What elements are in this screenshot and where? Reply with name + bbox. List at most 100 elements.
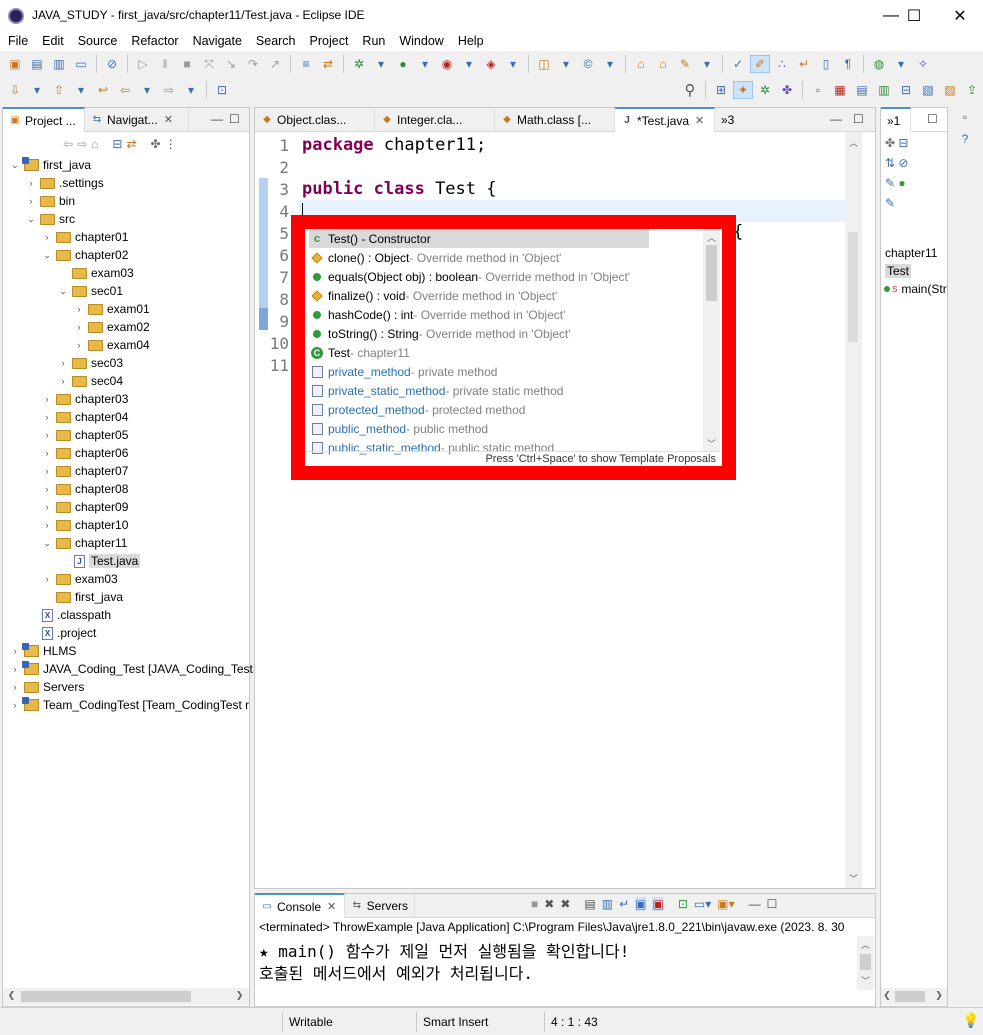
tab-test-java[interactable]: J *Test.java ✕ [615,107,715,132]
new-class-dropdown-icon[interactable]: ▾ [600,55,620,73]
scroll-thumb[interactable] [895,991,925,1002]
expand-chevron-icon[interactable]: › [41,484,53,494]
menu-source[interactable]: Source [71,34,125,48]
minimize-view-icon[interactable]: — [830,112,842,126]
resume-icon[interactable]: ▷ [133,55,153,73]
tab-console[interactable]: ▭ Console ✕ [255,893,345,918]
tree-item[interactable]: ⌄ chapter02 [41,246,128,264]
collapse-chevron-icon[interactable]: ⌄ [57,286,69,297]
hide-local-types-icon[interactable]: ✎ [885,196,908,210]
menu-navigate[interactable]: Navigate [186,34,249,48]
scroll-thumb[interactable] [21,991,191,1002]
maximize-button[interactable]: ☐ [891,0,937,31]
link-with-editor-icon[interactable]: ⇄ [126,137,136,151]
terminal-icon[interactable]: ▭ [71,55,91,73]
next-annotation-dropdown-icon[interactable]: ▾ [27,81,47,99]
coverage-dropdown-icon[interactable]: ▾ [459,55,479,73]
tab-overflow[interactable]: »3 [715,108,745,132]
lightbulb-icon[interactable]: 💡 [962,1012,979,1029]
tree-item[interactable]: exam03 [57,264,134,282]
menu-project[interactable]: Project [303,34,356,48]
maximize-view-icon[interactable]: ☐ [927,112,938,126]
view-menu-icon[interactable]: ⋮ [165,137,177,151]
back-icon[interactable]: ⇦ [115,81,135,99]
step-into-icon[interactable]: ↘ [221,55,241,73]
close-icon[interactable]: ✕ [164,113,173,126]
tree-item[interactable]: › Servers [9,678,85,696]
hierarchy-view-icon[interactable]: ⊟ [896,81,916,99]
search-icon[interactable]: ⚲ [680,81,700,99]
expand-chevron-icon[interactable]: › [25,178,37,188]
tree-item[interactable]: › exam04 [73,336,150,354]
tree-item[interactable]: › exam03 [41,570,118,588]
open-console-icon[interactable]: ▣▾ [717,897,734,911]
help-view-icon[interactable]: ? [962,132,969,146]
last-edit-location-icon[interactable]: ↩ [93,81,113,99]
scroll-lock-icon[interactable]: ▥ [602,897,613,911]
new-icon[interactable]: ▣ [5,55,25,73]
minimize-view-icon[interactable]: — [211,112,223,126]
proposal-item[interactable]: equals(Object obj) : boolean - Override … [311,267,630,286]
run-dropdown-icon[interactable]: ▾ [415,55,435,73]
run-icon[interactable]: ● [393,55,413,73]
save-all-icon[interactable]: ▥ [49,55,69,73]
open-task-icon[interactable]: ⌂ [653,55,673,73]
expand-chevron-icon[interactable]: › [41,520,53,530]
debug-dropdown-icon[interactable]: ▾ [371,55,391,73]
tree-item[interactable]: ⌄ src [25,210,75,228]
tree-item[interactable]: ⌄ sec01 [57,282,123,300]
remove-launch-icon[interactable]: ✖ [544,897,554,911]
expand-chevron-icon[interactable]: › [41,574,53,584]
expand-chevron-icon[interactable]: › [9,700,21,710]
expand-chevron-icon[interactable]: › [9,664,21,674]
tree-item[interactable]: first_java [41,588,123,606]
close-icon[interactable]: ✕ [327,900,336,913]
forward-icon[interactable]: ⇨ [159,81,179,99]
next-annotation-icon[interactable]: ⇩ [5,81,25,99]
proposal-item[interactable]: finalize() : void - Override method in '… [311,286,557,305]
open-perspective-icon[interactable]: ⊞ [711,81,731,99]
proposal-item[interactable]: c Test() - Constructor [309,229,649,248]
use-step-filters-icon[interactable]: ≡ [296,55,316,73]
word-wrap-icon[interactable]: ↵ [619,897,629,911]
show-paragraph-icon[interactable]: ¶ [838,55,858,73]
tab-math-class[interactable]: ◆ Math.class [... [495,107,615,132]
proposal-item[interactable]: protected_method - protected method [311,400,525,419]
show-whitespace-icon[interactable]: ▯ [816,55,836,73]
expand-chevron-icon[interactable]: › [41,412,53,422]
display-console-icon[interactable]: ▭▾ [694,897,711,911]
pin-console-icon[interactable]: ⊡ [678,897,688,911]
tree-item[interactable]: › JAVA_Coding_Test [JAVA_Coding_Test [9,660,253,678]
editor-vertical-scrollbar[interactable]: ︿ ﹀ [845,132,862,888]
menu-file[interactable]: File [0,34,35,48]
tab-project-explorer[interactable]: ▣ Project ... [3,107,85,132]
tree-item[interactable]: › chapter01 [41,228,129,246]
collapse-chevron-icon[interactable]: ⌄ [41,538,53,549]
expand-chevron-icon[interactable]: › [25,196,37,206]
expand-chevron-icon[interactable]: › [9,646,21,656]
home-icon[interactable]: ⌂ [91,137,98,151]
expand-chevron-icon[interactable]: › [41,430,53,440]
maximize-view-icon[interactable]: ☐ [767,897,778,911]
tab-integer-class[interactable]: ◆ Integer.cla... [375,107,495,132]
expand-chevron-icon[interactable]: › [73,340,85,350]
suspend-icon[interactable]: ‖ [155,55,175,73]
disconnect-icon[interactable]: ⤧ [199,55,219,73]
expand-chevron-icon[interactable]: › [41,502,53,512]
proposal-item[interactable]: hashCode() : int - Override method in 'O… [311,305,565,324]
tree-item[interactable]: › chapter03 [41,390,129,408]
annotation-icon[interactable]: ✧ [913,55,933,73]
external-tools-dropdown-icon[interactable]: ▾ [503,55,523,73]
outline-package[interactable]: chapter11 [885,246,937,260]
tree-item[interactable]: ⌄ first_java [9,156,91,174]
menu-edit[interactable]: Edit [35,34,71,48]
javadoc-view-icon[interactable]: ▤ [852,81,872,99]
tree-item[interactable]: › chapter06 [41,444,129,462]
drop-to-frame-icon[interactable]: ⇄ [318,55,338,73]
terminate-icon[interactable]: ■ [177,55,197,73]
expand-chevron-icon[interactable]: › [73,322,85,332]
expand-chevron-icon[interactable]: › [41,448,53,458]
menu-run[interactable]: Run [355,34,392,48]
expand-chevron-icon[interactable]: › [41,232,53,242]
tree-item[interactable]: › exam01 [73,300,150,318]
